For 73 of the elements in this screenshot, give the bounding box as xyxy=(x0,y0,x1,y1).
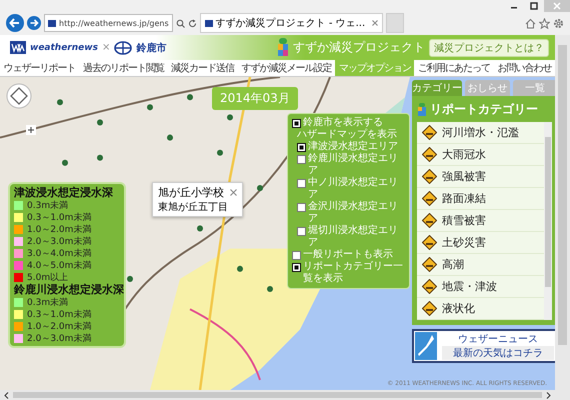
nav-link[interactable]: ウェザーリポート xyxy=(0,60,80,76)
favicon-icon xyxy=(48,20,56,26)
zoom-in-icon[interactable] xyxy=(26,125,36,135)
about-button[interactable]: 減災プロジェクトとは？ xyxy=(429,38,549,56)
place-name: 旭が丘小学校 xyxy=(158,185,224,200)
place-address: 東旭が丘五丁目 xyxy=(158,200,229,214)
forward-icon[interactable] xyxy=(27,16,41,30)
city-emblem-icon xyxy=(114,40,132,54)
warning-sign-icon xyxy=(422,147,437,162)
scroll-left-icon[interactable] xyxy=(4,392,9,398)
option-heading: ハザードマップを表示 xyxy=(297,129,397,140)
site-title: すずか減災プロジェクト xyxy=(293,39,425,56)
category-item[interactable]: 強風被害 xyxy=(417,166,544,188)
nav-link[interactable]: すずか減災メール設定 xyxy=(238,60,336,76)
cube-logo-icon xyxy=(417,102,427,116)
category-item[interactable]: 大雨冠水 xyxy=(417,144,544,166)
legend-label: 0.3m未満 xyxy=(27,200,68,212)
close-icon[interactable] xyxy=(372,20,378,26)
nav-link[interactable]: 過去のリポート閲覧 xyxy=(79,60,168,76)
pan-control-icon[interactable] xyxy=(6,83,32,109)
warning-sign-icon xyxy=(422,235,437,250)
brand-logo-text: weathernews xyxy=(30,42,98,52)
browser-tab[interactable]: すずか減災プロジェクト - ウェ... xyxy=(200,13,384,33)
search-icon xyxy=(176,18,185,28)
date-badge: 2014年03月 xyxy=(212,87,298,110)
banner-subtitle: 最新の天気はコチラ xyxy=(442,346,554,360)
nav-link[interactable]: ご利用にあたって xyxy=(414,60,494,76)
warning-sign-icon xyxy=(422,191,437,206)
warning-sign-icon xyxy=(422,257,437,272)
legend-title: 津波浸水想定浸水深 xyxy=(14,186,114,199)
close-icon[interactable] xyxy=(230,189,237,196)
nav-link[interactable]: お問い合わせ xyxy=(494,60,555,76)
legend-label: 2.0～3.0m未満 xyxy=(27,236,92,248)
weather-banner[interactable]: ウェザーニュース 最新の天気はコチラ xyxy=(412,329,555,363)
warning-sign-icon xyxy=(422,301,437,316)
settings-icon[interactable] xyxy=(553,18,564,28)
banner-title: ウェザーニュース xyxy=(458,333,538,346)
category-item[interactable]: 積雪被害 xyxy=(417,210,544,232)
address-field[interactable]: http://weathernews.jp/gens xyxy=(44,14,173,32)
legend-label: 0.3～1.0m未満 xyxy=(27,212,92,224)
legend-label: 3.0～4.0m未満 xyxy=(27,248,92,260)
legend-label: 1.0～2.0m未満 xyxy=(27,320,92,332)
warning-sign-icon xyxy=(422,279,437,294)
home-icon[interactable] xyxy=(525,18,536,28)
legend-label: 0.3m未満 xyxy=(27,296,68,308)
scrollbar[interactable] xyxy=(555,35,570,400)
warning-sign-icon xyxy=(422,213,437,228)
legend-label: 0.3～1.0m未満 xyxy=(27,308,92,320)
scroll-right-icon[interactable] xyxy=(546,392,551,398)
star-icon[interactable] xyxy=(539,18,550,28)
refresh-icon[interactable] xyxy=(188,18,197,28)
category-item[interactable]: 液状化 xyxy=(417,298,544,320)
separator-text: × xyxy=(102,42,110,53)
category-item[interactable]: 土砂災害 xyxy=(417,232,544,254)
category-item[interactable]: 高潮 xyxy=(417,254,544,276)
favicon-icon xyxy=(204,20,213,26)
category-item[interactable]: 河川増水・氾濫 xyxy=(417,122,544,144)
city-name: 鈴鹿市 xyxy=(136,41,166,54)
legend-label: 5.0m以上 xyxy=(27,272,68,284)
scrollbar[interactable] xyxy=(0,390,555,400)
category-item[interactable]: 地震・津波 xyxy=(417,276,544,298)
cube-logo-icon xyxy=(276,38,289,58)
legend-label: 2.0～3.0m未満 xyxy=(27,332,92,344)
scrollbar[interactable] xyxy=(544,122,552,320)
warning-sign-icon xyxy=(422,125,437,140)
legend-label: 4.0～5.0m未満 xyxy=(27,260,92,272)
category-heading: リポートカテゴリー xyxy=(430,101,538,118)
back-icon[interactable] xyxy=(6,14,24,32)
nav-link[interactable]: 減災カード送信 xyxy=(168,60,238,76)
legend-label: 1.0～2.0m未満 xyxy=(27,224,92,236)
category-item[interactable]: 路面凍結 xyxy=(417,188,544,210)
warning-sign-icon xyxy=(422,169,437,184)
logo-icon xyxy=(10,41,26,54)
